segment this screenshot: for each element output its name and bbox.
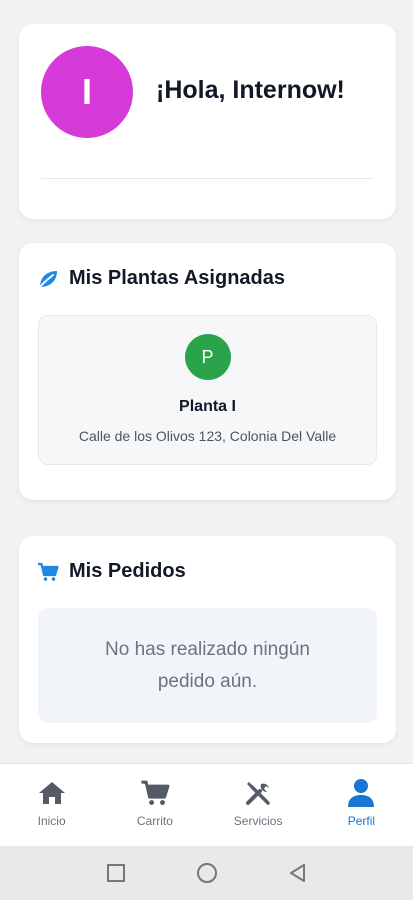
orders-title: Mis Pedidos bbox=[69, 560, 186, 582]
plants-card: Mis Plantas Asignadas P Planta I Calle d… bbox=[19, 243, 396, 500]
plant-name: Planta I bbox=[179, 398, 236, 415]
avatar[interactable]: I bbox=[41, 46, 133, 138]
orders-card: Mis Pedidos No has realizado ningún pedi… bbox=[19, 536, 396, 743]
nav-item-servicios[interactable]: Servicios bbox=[207, 764, 310, 846]
greeting-card: I ¡Hola, Internow! bbox=[19, 24, 396, 219]
nav-label-carrito: Carrito bbox=[136, 814, 173, 828]
nav-item-inicio[interactable]: Inicio bbox=[0, 764, 103, 846]
back-triangle-icon[interactable] bbox=[286, 861, 310, 885]
plants-header: Mis Plantas Asignadas bbox=[37, 267, 285, 290]
nav-item-perfil[interactable]: Perfil bbox=[310, 764, 413, 846]
plant-card[interactable]: P Planta I Calle de los Olivos 123, Colo… bbox=[38, 315, 377, 465]
greeting-title: ¡Hola, Internow! bbox=[156, 76, 345, 104]
divider bbox=[41, 178, 374, 179]
tools-icon bbox=[243, 778, 273, 808]
bottom-navigation: Inicio Carrito Servicios Perfil bbox=[0, 763, 413, 846]
cart-icon bbox=[37, 561, 59, 583]
nav-item-carrito[interactable]: Carrito bbox=[103, 764, 206, 846]
nav-label-perfil: Perfil bbox=[347, 814, 376, 828]
orders-empty-message: No has realizado ningún pedido aún. bbox=[38, 608, 377, 723]
home-icon bbox=[37, 778, 67, 808]
orders-header: Mis Pedidos bbox=[37, 560, 186, 583]
recent-apps-icon[interactable] bbox=[104, 861, 128, 885]
home-circle-icon[interactable] bbox=[195, 861, 219, 885]
leaf-icon bbox=[37, 268, 59, 290]
nav-label-servicios: Servicios bbox=[233, 814, 283, 828]
nav-label-inicio: Inicio bbox=[37, 814, 66, 828]
system-navigation-bar bbox=[0, 846, 413, 900]
user-icon bbox=[346, 778, 376, 808]
plant-address: Calle de los Olivos 123, Colonia Del Val… bbox=[78, 428, 337, 444]
cart-icon bbox=[140, 778, 170, 808]
plants-title: Mis Plantas Asignadas bbox=[69, 267, 285, 289]
plant-badge: P bbox=[184, 334, 231, 380]
